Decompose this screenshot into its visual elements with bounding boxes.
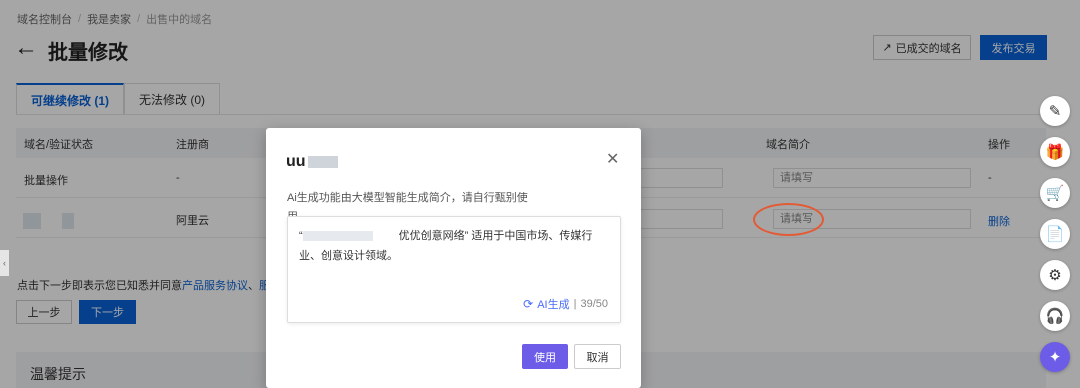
ai-generated-textarea[interactable]: “优优创意网络” 适用于中国市场、传媒行业、创意设计领域。 ⟳ AI生成 | 3… <box>287 216 621 323</box>
ai-intro-modal: uu ✕ Ai生成功能由大模型智能生成简介，请自行甄别使用 “优优创意网络” 适… <box>266 128 641 388</box>
char-count: 39/50 <box>580 298 608 310</box>
close-icon[interactable]: ✕ <box>606 149 619 169</box>
ai-footer: ⟳ AI生成 | 39/50 <box>523 296 608 312</box>
ai-assistant-icon[interactable]: ✦ <box>1040 342 1070 372</box>
divider: | <box>573 298 577 310</box>
use-button[interactable]: 使用 <box>522 344 568 369</box>
headset-icon[interactable]: 🎧 <box>1040 301 1070 331</box>
collapse-handle[interactable]: ‹ <box>0 250 9 276</box>
cart-icon[interactable]: 🛒 <box>1040 178 1070 208</box>
modal-title: uu <box>286 153 338 171</box>
gift-icon[interactable]: 🎁 <box>1040 137 1070 167</box>
document-icon[interactable]: 📄 <box>1040 219 1070 249</box>
modal-title-text: uu <box>286 153 306 170</box>
refresh-icon[interactable]: ⟳ <box>523 297 533 311</box>
edit-icon[interactable]: ✎ <box>1040 96 1070 126</box>
ai-generate-button[interactable]: AI生成 <box>537 296 569 312</box>
cancel-button[interactable]: 取消 <box>574 344 621 369</box>
annotation-circle <box>753 203 824 236</box>
gear-icon[interactable]: ⚙ <box>1040 260 1070 290</box>
right-toolbar: ✎ 🎁 🛒 📄 ⚙ 🎧 ✦ <box>1040 96 1072 372</box>
modal-title-blurred <box>307 156 338 168</box>
ai-generated-text: “优优创意网络” 适用于中国市场、传媒行业、创意设计领域。 <box>299 226 609 266</box>
ai-text-blurred <box>302 231 373 242</box>
